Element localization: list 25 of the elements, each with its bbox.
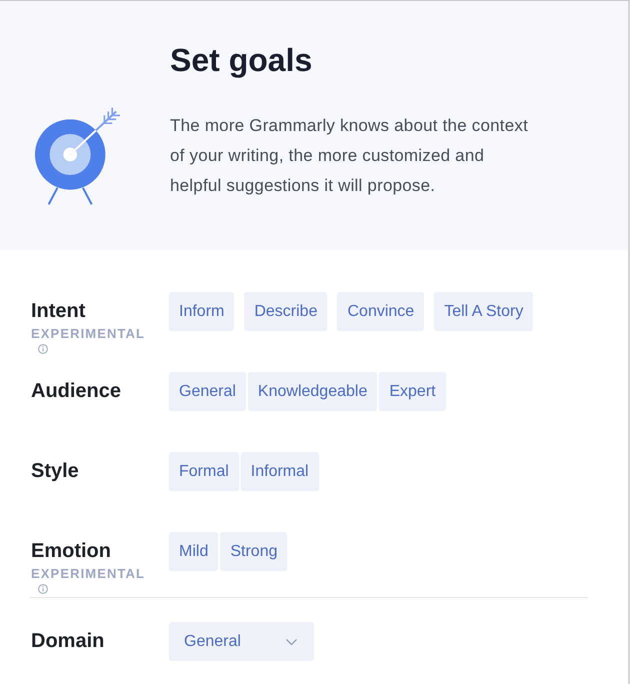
info-icon[interactable] [38, 344, 48, 354]
option-button[interactable]: Inform [169, 292, 234, 331]
description-text: The more Grammarly knows about the context of your writing, the more customized and helpful suggestions it will propose. [170, 115, 529, 197]
goal-label: Domain [31, 629, 104, 653]
option-button[interactable]: Formal [169, 452, 239, 491]
option-button[interactable]: Mild [169, 532, 218, 571]
option-button[interactable]: Describe [244, 292, 328, 331]
info-icon[interactable] [38, 584, 48, 594]
option-button[interactable]: Strong [220, 532, 288, 571]
option-button[interactable]: Expert [379, 372, 446, 411]
domain-dropdown[interactable]: General [169, 622, 314, 661]
page-title: Set goals [170, 41, 314, 80]
goal-label: Intent [31, 299, 86, 323]
goal-label: Style [31, 459, 79, 483]
target-icon [34, 105, 122, 206]
option-button[interactable]: Knowledgeable [248, 372, 378, 411]
option-button[interactable]: General [169, 372, 246, 411]
goal-label: Emotion [31, 539, 111, 563]
option-button[interactable]: Tell A Story [434, 292, 534, 331]
option-button[interactable]: Convince [337, 292, 424, 331]
goal-label: Audience [31, 379, 122, 403]
experimental-label: EXPERIMENTAL [31, 567, 146, 581]
experimental-label: EXPERIMENTAL [31, 327, 146, 341]
option-button[interactable]: Informal [240, 452, 319, 491]
chevron-down-icon [286, 638, 297, 644]
